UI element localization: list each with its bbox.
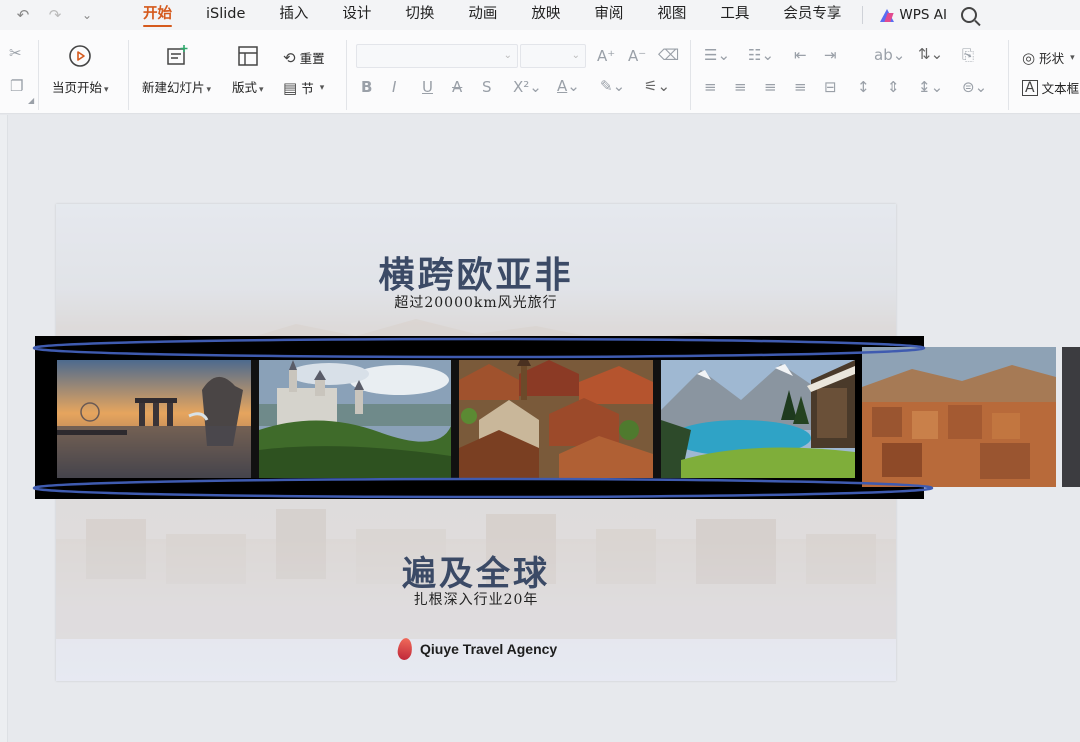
- brand-name: Qiuye Travel Agency: [420, 641, 558, 657]
- numbered-list-icon[interactable]: ☷⌄: [748, 46, 774, 64]
- brand: Qiuye Travel Agency: [396, 637, 558, 661]
- reset-icon: ⟲: [283, 48, 296, 67]
- highlight-icon[interactable]: ✎⌄: [600, 77, 625, 95]
- distribute-icon[interactable]: ⊟: [824, 78, 837, 96]
- decrease-font-icon[interactable]: A⁻: [628, 47, 646, 65]
- wps-ai-logo-icon: [879, 8, 895, 23]
- tab-islide[interactable]: iSlide: [189, 0, 262, 30]
- ribbon-divider: [690, 40, 691, 110]
- layout-label: 版式: [232, 80, 258, 95]
- font-size-select[interactable]: ⌄: [520, 44, 586, 68]
- start-from-current-button[interactable]: 当页开始 ▾: [52, 44, 109, 96]
- slide-subtitle-bottom: 扎根深入行业20年: [413, 592, 539, 608]
- search-icon[interactable]: [961, 7, 977, 23]
- slide-title-top: 横跨欧亚非: [378, 254, 574, 296]
- group-expand-icon[interactable]: ◢: [28, 96, 34, 105]
- new-slide-label: 新建幻灯片: [142, 80, 205, 95]
- redo-icon[interactable]: ↷: [46, 6, 64, 24]
- font-family-select[interactable]: ⌄: [356, 44, 518, 68]
- new-slide-button[interactable]: 新建幻灯片 ▾: [142, 44, 211, 96]
- strikethrough-icon[interactable]: A: [452, 78, 462, 96]
- wps-ai-label: WPS AI: [899, 7, 947, 23]
- thumbnail-panel-edge[interactable]: [0, 115, 8, 742]
- spacing-options-icon[interactable]: ↨⌄: [918, 78, 943, 96]
- menu-bar: ↶ ↷ ⌄ 开始 iSlide 插入 设计 切换 动画 放映 审阅 视图 工具 …: [0, 0, 1080, 30]
- brand-logo-icon: [396, 637, 414, 661]
- bullet-list-icon[interactable]: ☰⌄: [704, 46, 730, 64]
- increase-indent-icon[interactable]: ⇥: [824, 46, 837, 64]
- shadow-text-icon[interactable]: S: [482, 78, 492, 96]
- decrease-indent-icon[interactable]: ⇤: [794, 46, 807, 64]
- play-icon: [69, 45, 92, 67]
- text-direction-icon[interactable]: ab⌄: [874, 46, 905, 64]
- bold-icon[interactable]: B: [361, 78, 372, 96]
- increase-font-icon[interactable]: A⁺: [597, 47, 615, 65]
- superscript-icon[interactable]: X²⌄: [513, 78, 542, 96]
- section-icon: ▤: [283, 78, 298, 97]
- wps-ai-button[interactable]: WPS AI: [871, 7, 955, 23]
- ribbon: ✂ ❐ ◢ 当页开始 ▾ 新建幻灯片 ▾ 版式 ▾ ⟲ 重置 ▤ 节 ▾ ⌄ ⌄ A⁺ …: [0, 30, 1080, 114]
- tab-review[interactable]: 审阅: [577, 0, 640, 30]
- justify-icon[interactable]: ≡: [794, 78, 807, 96]
- shape-icon: ◎: [1022, 48, 1036, 67]
- ellipse-bottom[interactable]: [32, 477, 934, 499]
- chevron-down-icon: ⌄: [571, 50, 580, 61]
- photo-next-partial[interactable]: [1062, 347, 1080, 487]
- vertical-align-icon[interactable]: ⊜⌄: [962, 78, 987, 96]
- tab-member[interactable]: 会员专享: [766, 0, 858, 30]
- sort-icon[interactable]: ⇅⌄: [918, 45, 943, 63]
- chevron-down-icon[interactable]: ⌄: [78, 8, 96, 22]
- layout-button[interactable]: 版式 ▾: [232, 44, 264, 96]
- italic-icon[interactable]: I: [392, 78, 396, 96]
- ribbon-divider: [346, 40, 347, 110]
- slide-title-bottom: 遍及全球: [402, 554, 550, 594]
- paragraph-spacing-icon[interactable]: ⇕: [887, 78, 900, 96]
- tab-view[interactable]: 视图: [640, 0, 703, 30]
- menu-tabs: 开始 iSlide 插入 设计 切换 动画 放映 审阅 视图 工具 会员专享: [126, 0, 858, 30]
- textbox-label: 文本框: [1041, 81, 1080, 96]
- phonetic-icon[interactable]: ⚟⌄: [644, 77, 670, 95]
- clear-format-icon[interactable]: ⌫: [658, 46, 679, 64]
- align-center-icon[interactable]: ≡: [734, 78, 747, 96]
- ellipse-top[interactable]: [32, 337, 926, 359]
- section-button[interactable]: ▤ 节 ▾: [283, 78, 324, 97]
- ribbon-divider: [128, 40, 129, 110]
- font-color-icon[interactable]: A⌄: [557, 77, 580, 95]
- tab-tools[interactable]: 工具: [703, 0, 766, 30]
- tab-home[interactable]: 开始: [126, 0, 189, 30]
- ribbon-divider: [38, 40, 39, 110]
- tab-insert[interactable]: 插入: [262, 0, 325, 30]
- selection-ellipses: [32, 337, 934, 499]
- shape-button[interactable]: ◎ 形状 ▾: [1022, 48, 1075, 67]
- start-from-current-label: 当页开始: [52, 80, 103, 95]
- reset-label: 重置: [299, 51, 325, 66]
- convert-icon[interactable]: ⎘: [962, 46, 974, 64]
- reset-button[interactable]: ⟲ 重置: [283, 48, 325, 67]
- undo-icon[interactable]: ↶: [14, 6, 32, 24]
- textbox-icon: A: [1022, 79, 1038, 96]
- menu-divider: [862, 6, 864, 24]
- quick-access: ↶ ↷ ⌄: [0, 6, 96, 24]
- copy-icon[interactable]: ❐: [10, 77, 23, 95]
- new-slide-icon: [166, 45, 188, 65]
- layout-icon: [238, 46, 258, 66]
- underline-icon[interactable]: U: [422, 78, 433, 96]
- section-label: 节: [301, 81, 314, 96]
- shape-label: 形状: [1039, 51, 1065, 66]
- align-right-icon[interactable]: ≡: [764, 78, 777, 96]
- line-spacing-icon[interactable]: ↕: [857, 78, 870, 96]
- ribbon-divider: [1008, 40, 1009, 110]
- chevron-down-icon: ⌄: [503, 50, 512, 61]
- cut-icon[interactable]: ✂: [9, 44, 22, 62]
- tab-design[interactable]: 设计: [325, 0, 388, 30]
- textbox-button[interactable]: A 文本框: [1022, 78, 1079, 97]
- tab-animation[interactable]: 动画: [451, 0, 514, 30]
- slide-subtitle-top: 超过20000km风光旅行: [394, 295, 558, 311]
- align-left-icon[interactable]: ≡: [704, 78, 717, 96]
- tab-transition[interactable]: 切换: [388, 0, 451, 30]
- tab-slideshow[interactable]: 放映: [514, 0, 577, 30]
